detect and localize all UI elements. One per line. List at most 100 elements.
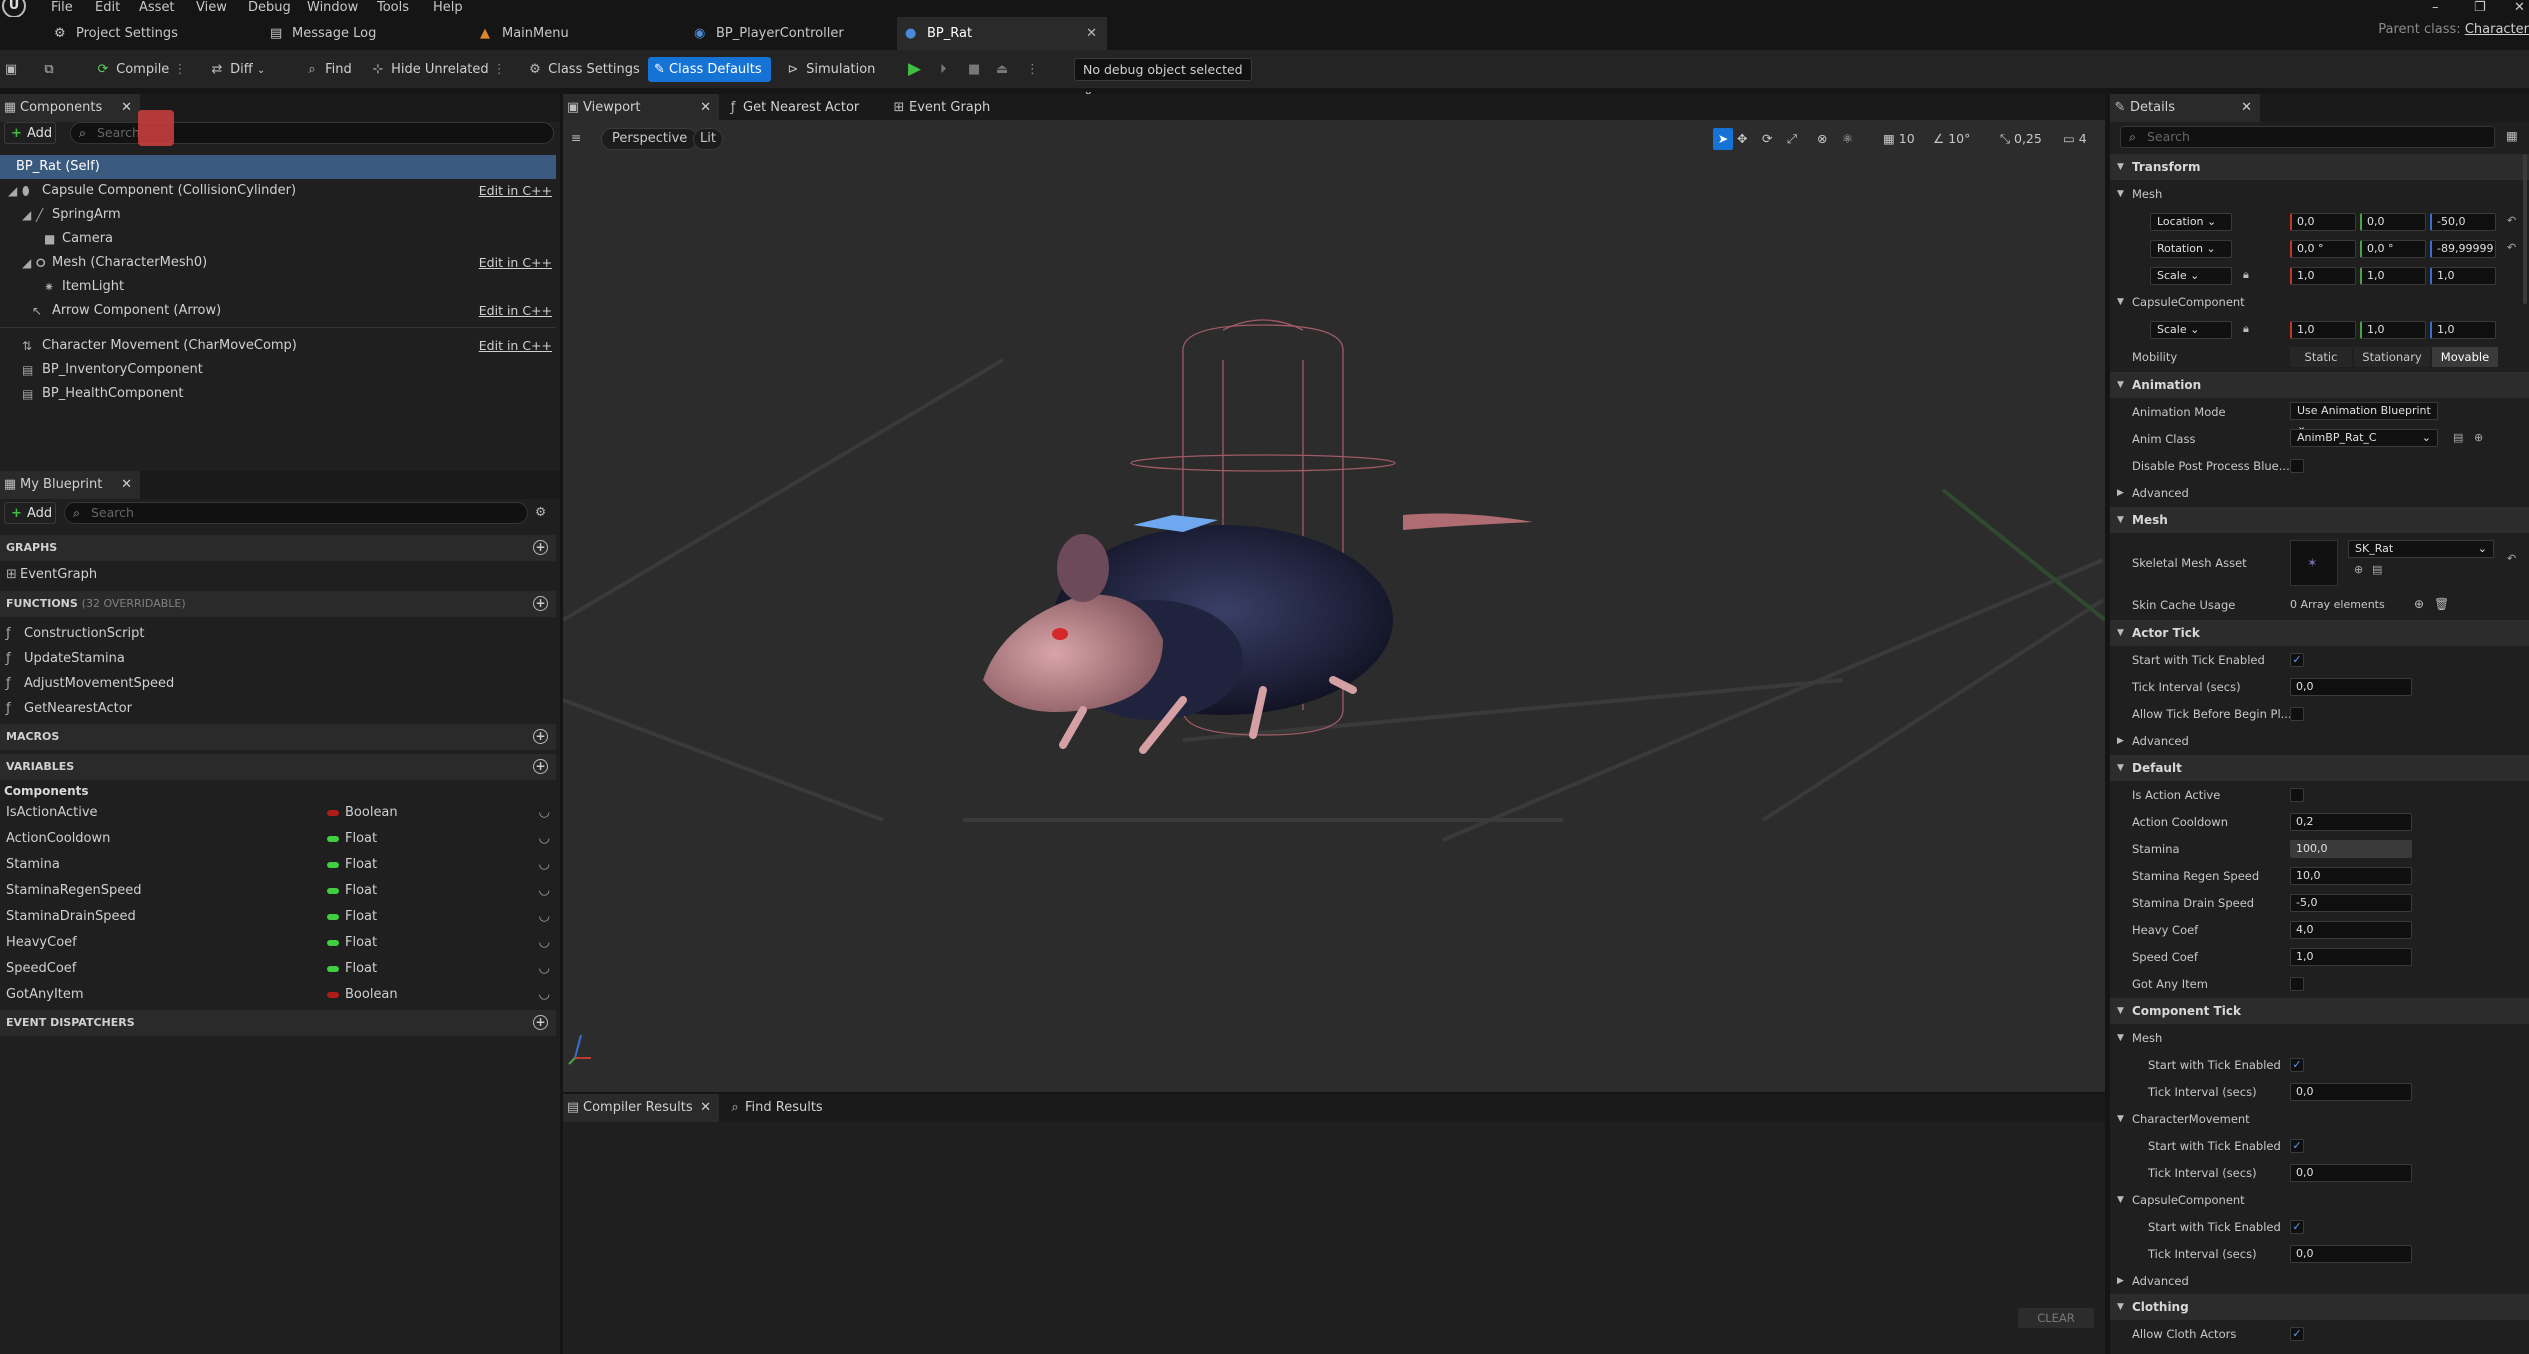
viewport[interactable]: ≡ Perspective Lit ➤ ✥ ⟳ ⤢ ⊗ ⚛ ▦ 10 ∠ 10°… [563,120,2105,1092]
section-component-tick[interactable]: ▼ Component Tick [2110,998,2529,1024]
rotation-mode-select[interactable]: Rotation ⌄ [2150,240,2232,258]
subsection-ct-charmove[interactable]: ▼ CharacterMovement [2110,1106,2529,1132]
eye-closed-icon[interactable]: ◡ [539,800,550,826]
eye-closed-icon[interactable]: ◡ [539,852,550,878]
eject-icon[interactable]: ⏏ [996,57,1008,82]
add-graph-icon[interactable]: + [533,540,548,555]
tab-bp-rat[interactable]: ● BP_Rat ✕ [897,17,1107,50]
capsule-scale-y[interactable]: 1,0 [2360,321,2426,339]
allow-tick-checkbox[interactable] [2290,707,2304,721]
details-scrollbar[interactable] [2523,154,2527,304]
hide-unrelated-button[interactable]: ⊹ Hide Unrelated ⋮ [369,57,506,82]
compile-button[interactable]: ⟳ Compile ⋮ [94,57,187,82]
capsule-scale-z[interactable]: 1,0 [2430,321,2496,339]
eye-closed-icon[interactable]: ◡ [539,982,550,1008]
lock-icon[interactable]: 🔒︎ [2243,268,2249,282]
find-button[interactable]: ⌕ Find [303,57,351,82]
variable-row[interactable]: HeavyCoef Float ◡ [0,930,556,956]
add-function-icon[interactable]: + [533,596,548,611]
debug-object-select[interactable]: No debug object selected ⌄ [1074,58,1252,98]
rotate-tool-icon[interactable]: ⟳ [1762,128,1772,150]
menu-window[interactable]: Window [307,0,358,15]
settings-gear-icon[interactable]: ⚙ [535,504,546,519]
clear-button[interactable]: CLEAR [2018,1308,2094,1328]
subsection-ct-mesh[interactable]: ▼ Mesh [2110,1025,2529,1051]
eye-closed-icon[interactable]: ◡ [539,956,550,982]
tab-message-log[interactable]: ▤ Message Log [262,17,462,50]
reset-icon[interactable]: ↶ [2507,214,2516,227]
minimize-icon[interactable]: – [2432,0,2439,15]
use-selected-icon[interactable]: ⊕ [2354,563,2363,576]
allow-cloth-checkbox[interactable]: ✓ [2290,1327,2304,1341]
add-member-button[interactable]: + Add [4,502,56,524]
action-cooldown-input[interactable]: 0,2 [2290,813,2412,831]
close-tab-icon[interactable]: ✕ [700,1094,711,1122]
close-panel-icon[interactable]: ✕ [2241,94,2252,122]
variable-row[interactable]: StaminaDrainSpeed Float ◡ [0,904,556,930]
variable-row[interactable]: IsActionActive Boolean ◡ [0,800,556,826]
browse-folder-icon[interactable]: ▤ [2372,563,2382,576]
section-animation[interactable]: ▼ Animation [2110,372,2529,398]
tab-project-settings[interactable]: ⚙ Project Settings [46,17,256,50]
section-graphs[interactable]: GRAPHS + [0,535,556,561]
blueprint-search-input[interactable]: ⌕ Search [64,502,528,524]
hamburger-menu-icon[interactable]: ≡ [571,130,581,145]
anim-class-select[interactable]: AnimBP_Rat_C ⌄ [2290,429,2438,447]
simulation-button[interactable]: ⊳ Simulation [784,57,876,82]
rotation-x[interactable]: 0,0 ° [2290,240,2356,258]
select-tool-icon[interactable]: ➤ [1713,128,1733,150]
ct-capsule-interval-input[interactable]: 0,0 [2290,1245,2412,1263]
drain-input[interactable]: -5,0 [2290,894,2412,912]
function-item[interactable]: ƒ AdjustMovementSpeed [0,672,556,696]
components-category[interactable]: Components [4,780,89,802]
tab-compiler-results[interactable]: ▤ Compiler Results ✕ [563,1094,719,1122]
section-event-dispatchers[interactable]: EVENT DISPATCHERS + [0,1010,556,1036]
subsection-advanced[interactable]: ▶ Advanced [2110,1268,2529,1294]
maximize-icon[interactable]: ❐ [2474,0,2486,15]
variable-row[interactable]: GotAnyItem Boolean ◡ [0,982,556,1008]
component-health[interactable]: ▤ BP_HealthComponent [0,382,556,406]
location-y[interactable]: 0,0 [2360,213,2426,231]
tab-get-nearest-actor[interactable]: ƒ Get Nearest Actor [723,94,883,122]
subsection-mesh[interactable]: ▼ Mesh [2110,181,2529,207]
got-any-item-checkbox[interactable] [2290,977,2304,991]
diff-button[interactable]: ⇄ Diff ⌄ [208,57,266,82]
function-item[interactable]: ƒ ConstructionScript [0,622,556,646]
add-dispatcher-icon[interactable]: + [533,1015,548,1030]
eye-closed-icon[interactable]: ◡ [539,930,550,956]
component-camera[interactable]: ■ Camera [0,227,556,251]
scale-tool-icon[interactable]: ⤢ [1787,128,1797,150]
component-charmove[interactable]: ⇅ Character Movement (CharMoveComp) Edit i… [0,334,556,358]
lock-icon[interactable]: 🔒︎ [2243,322,2249,336]
browse-folder-icon[interactable]: ▤ [2453,431,2463,444]
component-inventory[interactable]: ▤ BP_InventoryComponent [0,358,556,382]
menu-file[interactable]: File [51,0,73,15]
lit-button[interactable]: Lit [693,128,723,150]
add-variable-icon[interactable]: + [533,759,548,774]
move-tool-icon[interactable]: ✥ [1737,128,1747,150]
mesh-thumbnail[interactable]: ✶ [2290,540,2338,586]
scale-y[interactable]: 1,0 [2360,267,2426,285]
menu-edit[interactable]: Edit [95,0,120,15]
ct-mesh-interval-input[interactable]: 0,0 [2290,1083,2412,1101]
play-options-icon[interactable]: ⋮ [1026,57,1039,82]
rotation-z[interactable]: -89,99999 [2430,240,2496,258]
section-actor-tick[interactable]: ▼ Actor Tick [2110,620,2529,646]
save-icon[interactable]: ▣ [2,57,20,82]
section-variables[interactable]: VARIABLES + [0,754,556,780]
section-default[interactable]: ▼ Default [2110,755,2529,781]
menu-view[interactable]: View [196,0,227,15]
class-settings-button[interactable]: ⚙ Class Settings [526,57,640,82]
menu-debug[interactable]: Debug [248,0,291,15]
unreal-logo-icon[interactable]: U [2,0,26,18]
tab-event-graph[interactable]: ⊞ Event Graph [889,94,1039,122]
camera-speed[interactable]: ▭ 4 [2063,128,2087,150]
eye-closed-icon[interactable]: ◡ [539,904,550,930]
tab-mainmenu[interactable]: ▲ MainMenu [472,17,672,50]
rotation-y[interactable]: 0,0 ° [2360,240,2426,258]
browse-icon[interactable]: ⧉ [40,57,58,82]
location-mode-select[interactable]: Location ⌄ [2150,213,2232,231]
tab-my-blueprint[interactable]: ▦ My Blueprint ✕ [0,471,140,499]
disable-pp-checkbox[interactable] [2290,459,2304,473]
close-panel-icon[interactable]: ✕ [121,94,132,122]
